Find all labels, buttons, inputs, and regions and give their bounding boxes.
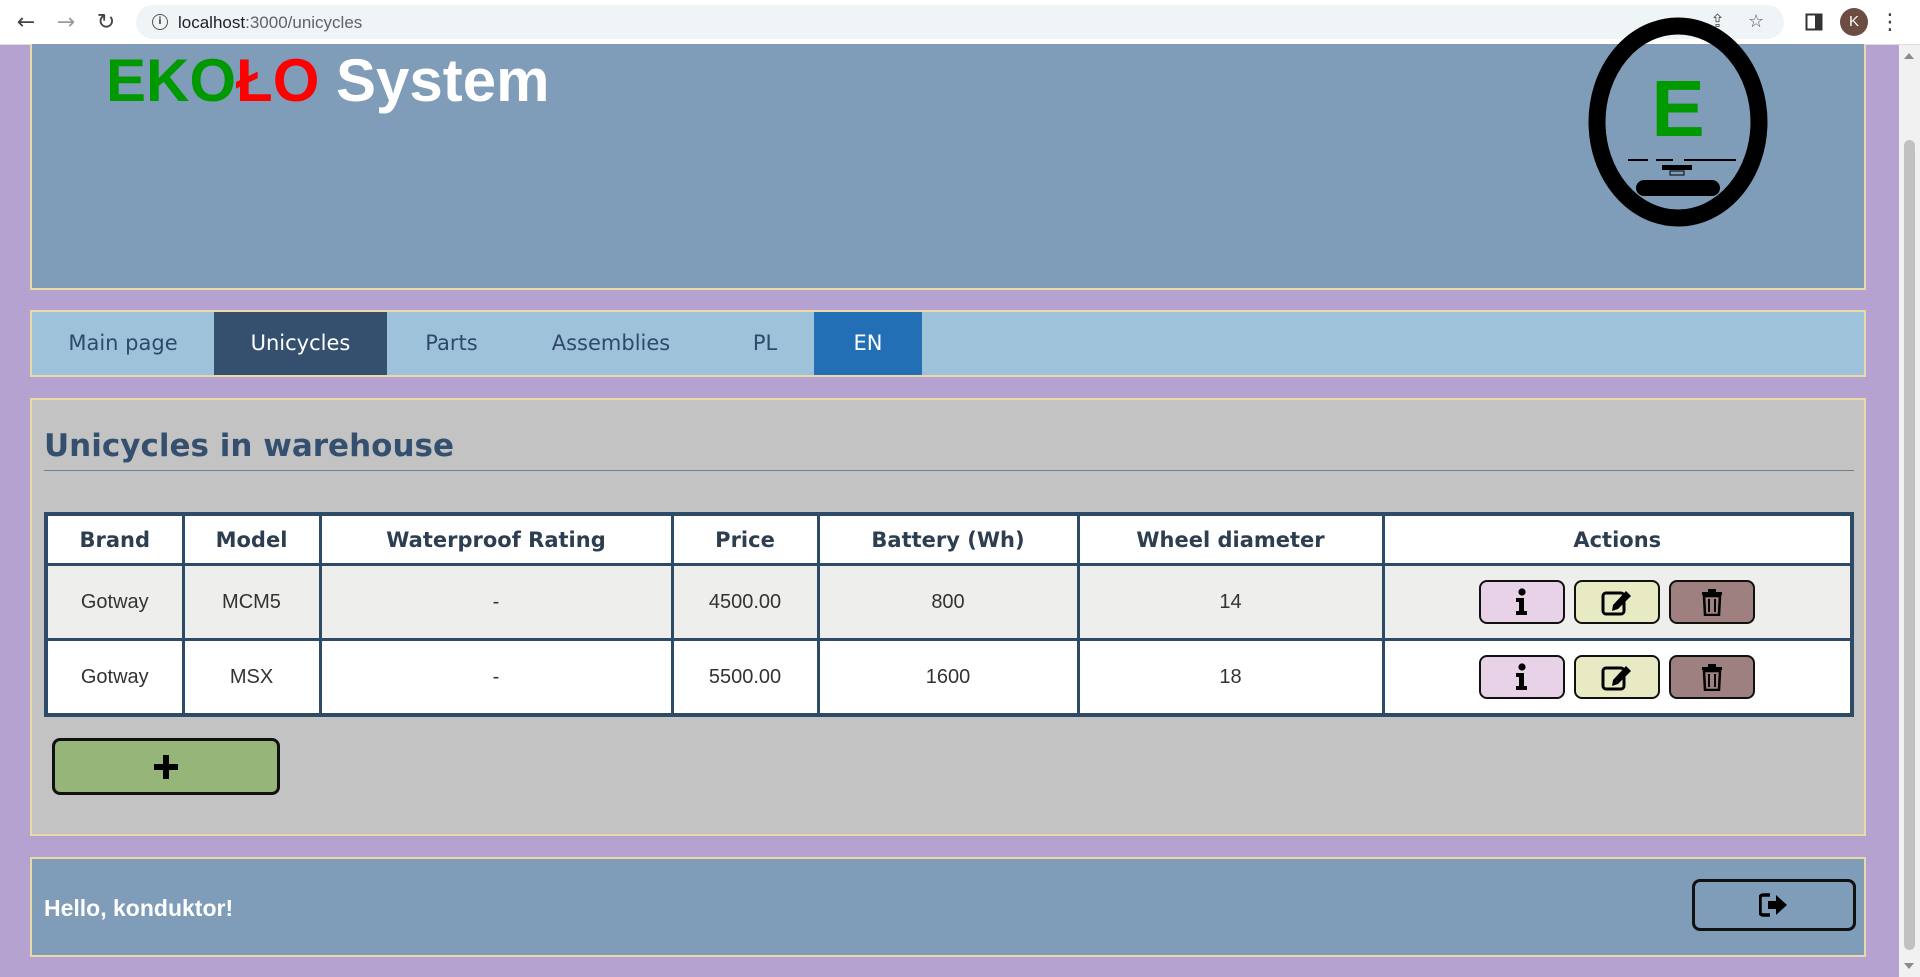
cell-battery: 1600	[816, 638, 1080, 717]
column-header-brand: Brand	[44, 512, 185, 566]
column-header-waterproof: Waterproof Rating	[318, 512, 674, 566]
cell-waterproof: -	[318, 638, 674, 717]
cell-battery: 800	[816, 563, 1080, 641]
cell-price: 4500.00	[670, 563, 820, 641]
title-divider	[44, 470, 1854, 471]
column-header-actions: Actions	[1381, 512, 1854, 566]
cell-price: 5500.00	[670, 638, 820, 717]
info-icon	[1516, 588, 1528, 615]
brand-part: EK	[106, 47, 190, 114]
info-button[interactable]	[1479, 655, 1566, 699]
scroll-down-arrow-icon[interactable]	[1904, 963, 1914, 969]
column-header-wheel: Wheel diameter	[1076, 512, 1385, 566]
site-footer: Hello, konduktor!	[30, 857, 1866, 957]
column-header-model: Model	[181, 512, 322, 566]
browser-menu-icon[interactable]: ⋮	[1876, 8, 1904, 36]
brand-part: System	[336, 47, 550, 114]
lang-pl[interactable]: PL	[706, 312, 824, 375]
address-bar[interactable]: i localhost:3000/unicycles ⇪ ☆	[136, 5, 1784, 39]
cell-model: MCM5	[181, 563, 322, 641]
cell-actions	[1381, 638, 1854, 717]
edit-button[interactable]	[1574, 655, 1661, 699]
tab-main-page[interactable]: Main page	[32, 312, 214, 375]
column-header-price: Price	[670, 512, 820, 566]
logout-button[interactable]	[1692, 879, 1856, 931]
tab-unicycles[interactable]: Unicycles	[214, 312, 387, 375]
scrollbar-thumb[interactable]	[1904, 140, 1915, 950]
back-arrow-icon[interactable]: ←	[12, 8, 40, 36]
unicycle-logo: E	[1588, 17, 1768, 227]
info-icon	[1516, 663, 1528, 690]
brand-part: Ł	[236, 47, 273, 114]
sign-out-icon	[1759, 893, 1787, 917]
main-content: Unicycles in warehouse Brand Model Water…	[30, 398, 1866, 836]
url-text[interactable]: localhost:3000/unicycles	[178, 13, 362, 33]
edit-icon	[1601, 666, 1632, 691]
side-panel-icon[interactable]	[1800, 8, 1828, 36]
url-host: localhost	[178, 13, 246, 32]
cell-wheel: 14	[1076, 563, 1385, 641]
edit-button[interactable]	[1574, 580, 1661, 624]
user-greeting: Hello, konduktor!	[44, 895, 234, 921]
profile-avatar[interactable]: K	[1840, 8, 1868, 36]
add-unicycle-button[interactable]	[52, 738, 280, 795]
logo-letter: E	[1651, 64, 1704, 153]
delete-button[interactable]	[1669, 580, 1756, 624]
brand-part: O	[272, 47, 320, 114]
edit-icon	[1601, 591, 1632, 616]
page-scrollbar[interactable]	[1899, 45, 1920, 977]
tab-parts[interactable]: Parts	[387, 312, 516, 375]
lang-en[interactable]: EN	[814, 312, 922, 375]
column-header-battery: Battery (Wh)	[816, 512, 1080, 566]
site-info-icon[interactable]: i	[152, 14, 168, 30]
info-button[interactable]	[1479, 580, 1566, 624]
site-brand: EKOŁO System	[106, 46, 550, 115]
delete-button[interactable]	[1669, 655, 1756, 699]
reload-icon[interactable]: ↻	[92, 8, 120, 36]
plus-icon	[154, 754, 178, 779]
cell-model: MSX	[181, 638, 322, 717]
forward-arrow-icon[interactable]: →	[52, 8, 80, 36]
trash-icon	[1702, 589, 1723, 616]
main-navigation: Main page Unicycles Parts Assemblies PL …	[30, 310, 1866, 377]
cell-brand: Gotway	[44, 638, 185, 717]
trash-icon	[1702, 664, 1723, 691]
url-path: :3000/unicycles	[245, 13, 363, 32]
cell-wheel: 18	[1076, 638, 1385, 717]
cell-waterproof: -	[318, 563, 674, 641]
cell-actions	[1381, 563, 1854, 641]
brand-part: O	[189, 47, 237, 114]
table-row: Gotway MCM5 - 4500.00 800 14	[44, 563, 1854, 641]
unicycles-table: Brand Model Waterproof Rating Price Batt…	[44, 512, 1854, 717]
page-title: Unicycles in warehouse	[44, 428, 454, 464]
scroll-up-arrow-icon[interactable]	[1904, 53, 1914, 59]
table-row: Gotway MSX - 5500.00 1600 18	[44, 638, 1854, 717]
cell-brand: Gotway	[44, 563, 185, 641]
site-header: EKOŁO System E	[30, 17, 1866, 290]
table-header-row: Brand Model Waterproof Rating Price Batt…	[44, 512, 1854, 566]
tab-assemblies[interactable]: Assemblies	[516, 312, 706, 375]
